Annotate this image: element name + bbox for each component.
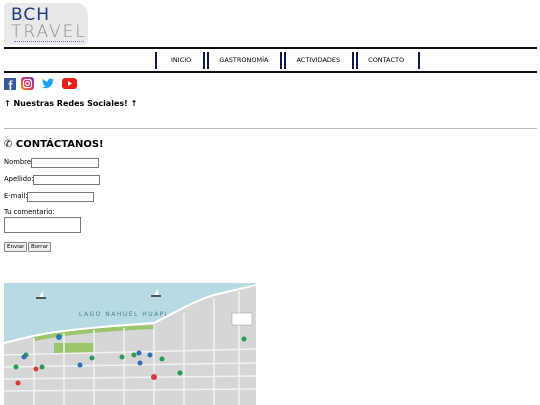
nav-item-contacto[interactable]: CONTACTO	[352, 52, 418, 69]
map-graphic: LAGO NAHUEL HUAPI	[4, 283, 256, 405]
logo[interactable]: BCH TRAVEL	[4, 3, 88, 45]
nav-item-actividades[interactable]: ACTIVIDADES	[280, 52, 354, 69]
section-divider	[4, 128, 537, 129]
social-caption: ↑ Nuestras Redes Sociales! ↑	[4, 99, 138, 108]
logo-line2: TRAVEL	[11, 22, 87, 42]
nav-item-gastronomia[interactable]: GASTRONOMÍA	[203, 52, 282, 69]
youtube-icon[interactable]	[62, 78, 77, 89]
apellido-input[interactable]	[33, 175, 100, 185]
instagram-icon[interactable]	[21, 77, 34, 90]
city-map[interactable]: LAGO NAHUEL HUAPI	[4, 283, 256, 405]
contact-title: ✆ CONTÁCTANOS!	[4, 139, 104, 150]
nombre-input[interactable]	[31, 158, 99, 168]
nav-top-rule	[4, 47, 537, 49]
email-input[interactable]	[27, 192, 94, 202]
email-label: E-mail:	[4, 192, 28, 200]
twitter-icon[interactable]	[42, 78, 54, 89]
apellido-label: Apellido:	[4, 175, 34, 183]
comment-textarea[interactable]	[4, 217, 81, 233]
submit-button[interactable]: Enviar	[4, 242, 28, 252]
social-links	[4, 77, 77, 90]
main-nav: INICIO GASTRONOMÍA ACTIVIDADES CONTACTO	[155, 51, 421, 70]
nav-bottom-rule	[4, 71, 537, 73]
comment-label: Tu comentario:	[4, 208, 55, 216]
nombre-label: Nombre:	[4, 158, 34, 166]
reset-button[interactable]: Borrar	[28, 242, 52, 252]
nav-end-bar	[418, 52, 421, 69]
facebook-icon[interactable]	[4, 77, 16, 90]
logo-underline	[14, 41, 84, 42]
nav-item-inicio[interactable]: INICIO	[155, 52, 205, 69]
map-lake-label: LAGO NAHUEL HUAPI	[79, 311, 168, 318]
